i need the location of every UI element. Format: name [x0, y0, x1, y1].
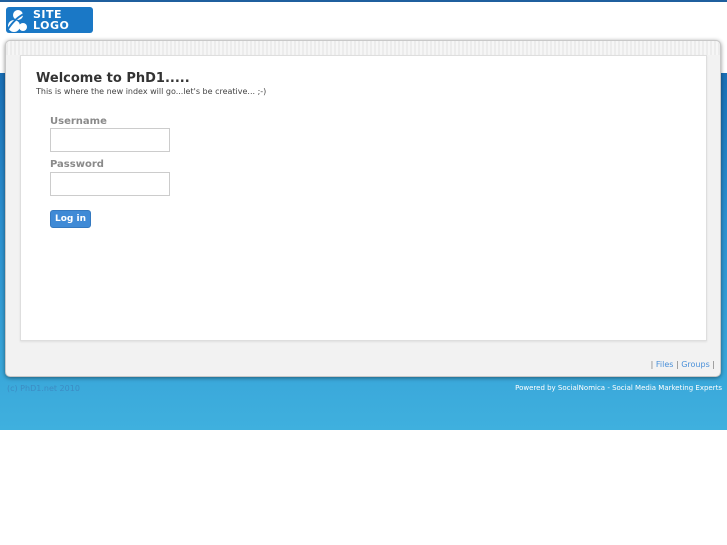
copyright-text: (c) PhD1.net 2010 — [7, 384, 80, 393]
site-logo[interactable]: SITE LOGO — [6, 7, 93, 33]
link-separator: | — [712, 360, 715, 369]
logo-line-2: LOGO — [33, 19, 70, 32]
logo-s-icon — [7, 10, 27, 32]
page-title: Welcome to PhD1..... — [36, 71, 190, 86]
powered-by-link[interactable]: Powered by SocialNomica - Social Media M… — [515, 384, 722, 392]
content-box: Welcome to PhD1..... This is where the n… — [20, 55, 707, 341]
login-button[interactable]: Log in — [50, 210, 91, 228]
password-label: Password — [50, 159, 104, 170]
password-input[interactable] — [50, 172, 170, 196]
page-subtitle: This is where the new index will go...le… — [36, 87, 267, 96]
panel-links: | Files | Groups | — [651, 360, 715, 369]
files-link[interactable]: Files — [656, 360, 674, 369]
top-border-line — [0, 0, 727, 2]
link-separator: | — [650, 360, 654, 369]
link-separator: | — [675, 360, 679, 369]
panel-top-bar — [6, 41, 720, 55]
username-label: Username — [50, 116, 107, 127]
main-panel: Welcome to PhD1..... This is where the n… — [5, 40, 721, 377]
username-input[interactable] — [50, 128, 170, 152]
groups-link[interactable]: Groups — [681, 360, 710, 369]
logo-text: SITE LOGO — [33, 9, 69, 31]
